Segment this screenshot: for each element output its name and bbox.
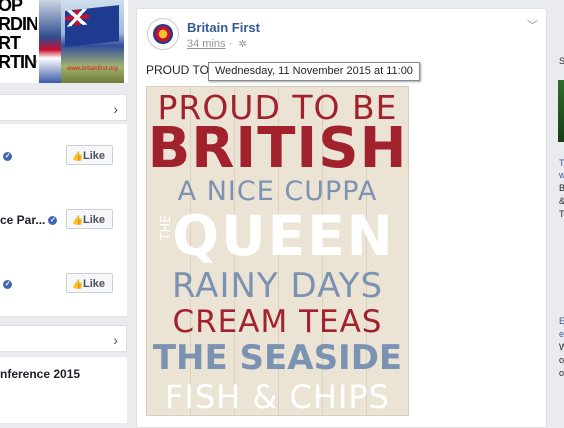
thumbs-up-icon: 👍 [72,151,84,161]
thumbs-up-icon: 👍 [72,279,84,289]
like-button[interactable]: 👍Like [66,145,113,165]
suggested-page-row[interactable]: ✓ 👍Like [0,252,127,317]
suggested-page-name[interactable]: ce Par... ✓ [0,213,58,227]
like-label: Like [83,278,106,290]
page-avatar[interactable] [147,18,179,50]
right-column-text[interactable]: e [559,329,564,339]
poster-line: FISH & CHIPS [165,378,390,416]
britain-first-logo [153,24,173,44]
post-options-chevron-icon[interactable]: ﹀ [527,17,538,33]
right-column-text[interactable]: E [559,316,564,326]
events-header[interactable]: › [0,325,127,352]
post-text: PROUD TO [146,63,209,77]
photo-thumbnail-text[interactable]: OP RDIN RT RTING [0,0,37,83]
suggested-pages-header[interactable]: › [0,94,127,121]
verified-badge-icon: ✓ [48,216,58,226]
right-column-text: o [559,368,564,378]
suggested-page-name[interactable]: ✓ [0,149,12,163]
right-column-text: B [559,183,564,193]
thumbnail-watermark: www.britainfirst.org [67,66,118,72]
post-card: Britain First 34 mins · ✲ ﹀ PROUD TO Wed… [136,8,547,428]
photo-thumbnail-flag[interactable] [39,0,61,83]
post-meta: 34 mins · ✲ [187,38,247,50]
photo-thumbnail-crowd[interactable]: www.britainfirst.org [61,0,124,83]
photo-thumbnails: OP RDIN RT RTING www.britainfirst.org [0,0,128,83]
right-column-text: o [559,355,564,365]
page-name-link[interactable]: Britain First [187,20,260,35]
like-label: Like [83,150,106,162]
poster-line: THE SEASIDE [152,338,403,378]
poster-line: QUEEN [172,204,395,268]
suggested-page-row[interactable]: ✓ 👍Like [0,124,127,189]
poster-line: CREAM TEAS [172,304,383,340]
poster-line: A NICE CUPPA [177,176,378,207]
suggested-page-row[interactable]: ce Par... ✓ 👍Like [0,188,127,253]
right-column-text[interactable]: T [559,158,564,168]
verified-badge-icon: ✓ [3,280,12,290]
post-image[interactable]: PROUD TO BE BRITISH A NICE CUPPA THE QUE… [146,86,409,416]
right-column-text: & [559,196,564,206]
audience-globe-icon[interactable]: ✲ [238,39,246,50]
suggested-page-name[interactable]: ✓ [0,277,12,291]
verified-badge-icon: ✓ [3,152,12,162]
poster-line: RAINY DAYS [171,266,384,306]
right-column-text: W [559,342,564,352]
like-label: Like [83,214,106,226]
like-button[interactable]: 👍Like [66,209,113,229]
right-column-text: T [559,209,564,219]
event-name[interactable]: nference 2015 [0,367,80,381]
right-column: S T w B & T E e W o o [555,0,564,423]
chevron-right-icon[interactable]: › [113,101,118,117]
like-button[interactable]: 👍Like [66,273,113,293]
right-column-text: S [559,56,564,66]
meta-separator: · [228,38,233,50]
thumbnail-text: OP RDIN RT RTING [0,0,37,72]
post-timestamp[interactable]: 34 mins [187,38,226,50]
poster-line: BRITISH [147,116,408,181]
event-item[interactable]: nference 2015 [0,357,127,423]
union-flag-image [65,5,119,47]
left-column: OP RDIN RT RTING www.britainfirst.org › … [0,0,128,423]
right-column-text[interactable]: w [559,170,564,180]
right-column-image[interactable] [558,80,564,142]
thumbs-up-icon: 👍 [72,215,84,225]
chevron-right-icon[interactable]: › [113,332,118,348]
timestamp-tooltip: Wednesday, 11 November 2015 at 11:00 [208,62,420,81]
